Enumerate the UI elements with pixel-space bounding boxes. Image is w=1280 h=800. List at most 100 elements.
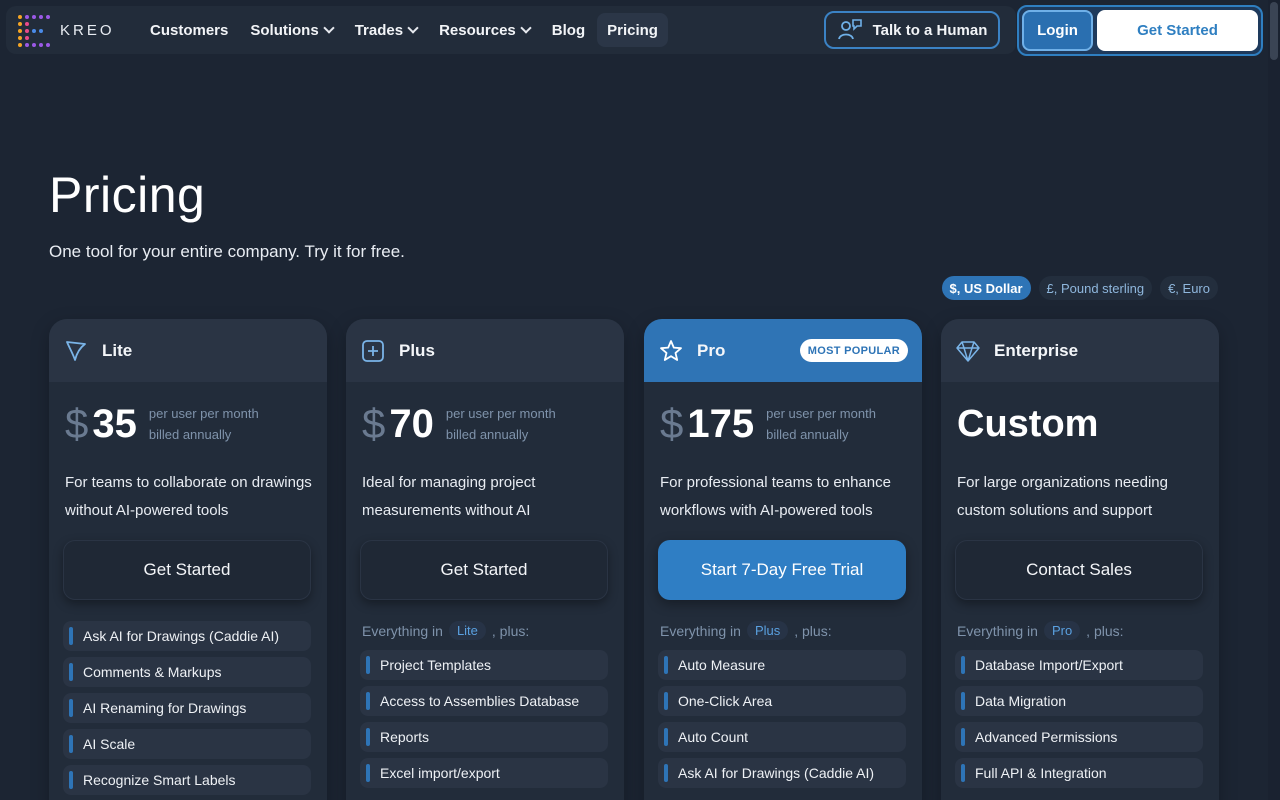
plan-header: Lite xyxy=(49,319,327,382)
currency-symbol: $ xyxy=(65,400,89,447)
feature-item: Access to Assemblies Database xyxy=(360,686,608,716)
price-period-line2: billed annually xyxy=(148,427,232,442)
everything-plan-pill: Pro xyxy=(1043,621,1081,640)
plan-name: Plus xyxy=(399,340,435,360)
plan-card-plus: Plus $ 70 per user per month billed annu… xyxy=(346,319,624,800)
contact-sales-button[interactable]: Contact Sales xyxy=(955,540,1203,600)
plan-header: Pro MOST POPULAR xyxy=(644,319,922,382)
plan-card-enterprise: Enterprise Custom For large organization… xyxy=(941,319,1219,800)
scroll-thumb[interactable] xyxy=(1270,2,1278,60)
page-title: Pricing xyxy=(49,167,206,223)
nav-blog-label: Blog xyxy=(551,21,586,39)
feature-item: Data Migration xyxy=(955,686,1203,716)
feature-list: Database Import/Export Data Migration Ad… xyxy=(955,650,1203,788)
currency-eur[interactable]: €, Euro xyxy=(1160,276,1218,300)
plan-description: For teams to collaborate on drawings wit… xyxy=(65,474,312,519)
price-amount: 175 xyxy=(687,402,755,446)
price-period-line1: per user per month xyxy=(148,406,259,421)
nav-solutions[interactable]: Solutions xyxy=(240,13,342,47)
plus-square-icon xyxy=(362,339,384,362)
star-icon xyxy=(660,339,682,361)
plan-card-pro: Pro MOST POPULAR $ 175 per user per mont… xyxy=(644,319,922,800)
feature-item: Ask AI for Drawings (Caddie AI) xyxy=(63,621,311,651)
feature-list: Ask AI for Drawings (Caddie AI) Comments… xyxy=(63,621,311,795)
plan-description: For large organizations needing custom s… xyxy=(957,474,1168,519)
nav-trades[interactable]: Trades xyxy=(345,13,427,47)
nav-customers[interactable]: Customers xyxy=(140,13,238,47)
top-nav: KREO Customers Solutions Trades Resource… xyxy=(6,6,1016,54)
feature-item: Excel import/export xyxy=(360,758,608,788)
nav-pricing-label: Pricing xyxy=(607,21,658,39)
logo-text: KREO xyxy=(60,21,115,39)
price-period: per user per month billed annually xyxy=(766,403,876,445)
everything-plan-pill: Plus xyxy=(746,621,789,640)
price-period-line1: per user per month xyxy=(445,406,556,421)
currency-symbol: $ xyxy=(660,400,684,447)
nav-resources[interactable]: Resources xyxy=(429,13,540,47)
feature-item: One-Click Area xyxy=(658,686,906,716)
everything-suffix: , plus: xyxy=(1086,622,1124,639)
chevron-down-icon xyxy=(520,22,532,34)
nav-pricing[interactable]: Pricing xyxy=(597,13,668,47)
nav-customers-label: Customers xyxy=(150,21,229,39)
kreo-logo[interactable]: KREO xyxy=(16,13,115,47)
plan-description: Ideal for managing project measurements … xyxy=(362,474,536,519)
plan-name: Pro xyxy=(697,340,726,360)
price-amount: 35 xyxy=(92,402,137,446)
auth-buttons: Login Get Started xyxy=(1017,5,1263,56)
everything-plan-pill: Lite xyxy=(448,621,486,640)
login-button[interactable]: Login xyxy=(1022,10,1093,51)
plus-get-started-button[interactable]: Get Started xyxy=(360,540,608,600)
plan-name: Lite xyxy=(102,340,133,360)
plan-price: $ 70 per user per month billed annually xyxy=(362,401,556,447)
feature-item: Ask AI for Drawings (Caddie AI) xyxy=(658,758,906,788)
diamond-icon xyxy=(956,340,980,362)
plan-header: Plus xyxy=(346,319,624,382)
everything-suffix: , plus: xyxy=(794,622,832,639)
feature-item: Database Import/Export xyxy=(955,650,1203,680)
currency-usd[interactable]: $, US Dollar xyxy=(941,276,1031,300)
price-period-line1: per user per month xyxy=(766,406,876,421)
nav-links: Customers Solutions Trades Resources Blo… xyxy=(140,13,668,47)
feature-item: Auto Measure xyxy=(658,650,906,680)
price-period: per user per month billed annually xyxy=(446,403,556,445)
paper-plane-icon xyxy=(66,340,86,361)
everything-prefix: Everything in xyxy=(660,622,741,639)
plan-name: Enterprise xyxy=(994,340,1079,360)
price-period-line2: billed annually xyxy=(766,427,849,442)
feature-item: Full API & Integration xyxy=(955,758,1203,788)
most-popular-badge: MOST POPULAR xyxy=(799,339,908,362)
feature-item: AI Scale xyxy=(63,729,311,759)
chevron-down-icon xyxy=(407,22,419,34)
page-scrollbar[interactable] xyxy=(1268,0,1280,800)
start-free-trial-button[interactable]: Start 7-Day Free Trial xyxy=(658,540,906,600)
talk-to-human-button[interactable]: Talk to a Human xyxy=(824,11,1000,49)
everything-in: Everything in Lite , plus: xyxy=(362,621,529,640)
feature-item: AI Renaming for Drawings xyxy=(63,693,311,723)
price-period-line2: billed annually xyxy=(445,427,529,442)
nav-trades-label: Trades xyxy=(354,21,404,39)
price-amount: 70 xyxy=(389,402,434,446)
feature-list: Project Templates Access to Assemblies D… xyxy=(360,650,608,788)
feature-item: Comments & Markups xyxy=(63,657,311,687)
talk-to-human-label: Talk to a Human xyxy=(872,21,988,39)
feature-item: Advanced Permissions xyxy=(955,722,1203,752)
plan-card-lite: Lite $ 35 per user per month billed annu… xyxy=(49,319,327,800)
nav-resources-label: Resources xyxy=(439,21,516,39)
everything-suffix: , plus: xyxy=(491,622,530,639)
feature-item: Project Templates xyxy=(360,650,608,680)
plan-price: $ 35 per user per month billed annually xyxy=(65,401,259,447)
plan-description: For professional teams to enhance workfl… xyxy=(660,474,891,519)
feature-item: Auto Count xyxy=(658,722,906,752)
nav-blog[interactable]: Blog xyxy=(542,13,595,47)
everything-prefix: Everything in xyxy=(362,622,443,639)
plan-header: Enterprise xyxy=(941,319,1219,382)
feature-item: Reports xyxy=(360,722,608,752)
price-period: per user per month billed annually xyxy=(149,403,259,445)
everything-in: Everything in Pro , plus: xyxy=(957,621,1124,640)
lite-get-started-button[interactable]: Get Started xyxy=(63,540,311,600)
feature-item: Recognize Smart Labels xyxy=(63,765,311,795)
get-started-button[interactable]: Get Started xyxy=(1097,10,1258,51)
everything-in: Everything in Plus , plus: xyxy=(660,621,832,640)
currency-gbp[interactable]: £, Pound sterling xyxy=(1038,276,1153,300)
